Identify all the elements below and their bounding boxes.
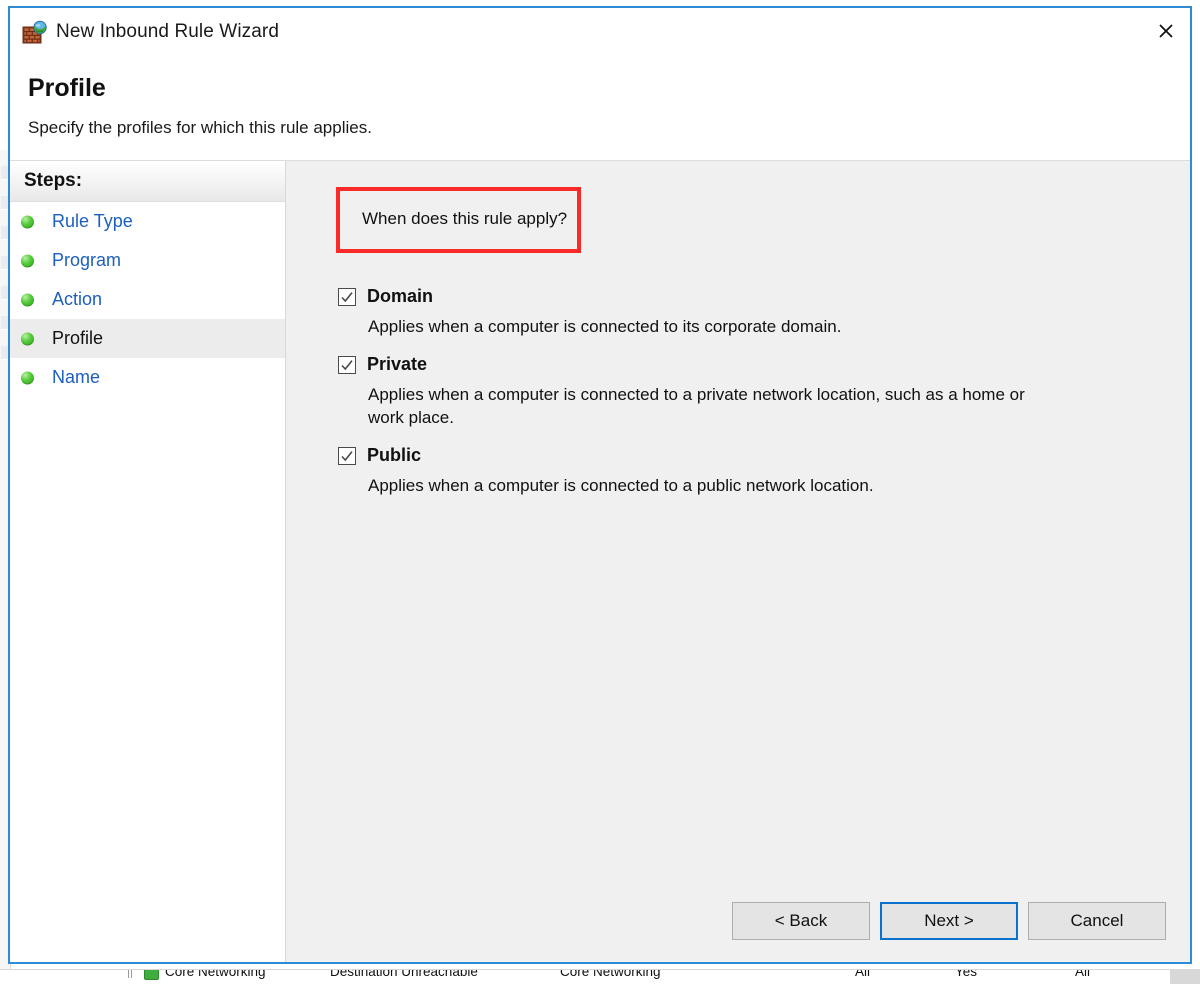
page-title: Profile bbox=[28, 74, 106, 102]
firewall-globe-icon bbox=[22, 20, 48, 46]
steps-sidebar: Steps: Rule Type Program Action Profile … bbox=[10, 161, 286, 962]
bg-cell-group: Core Networking bbox=[560, 969, 661, 979]
sidebar-item-profile[interactable]: Profile bbox=[10, 319, 285, 358]
step-bullet-icon bbox=[21, 293, 34, 306]
public-checkbox[interactable] bbox=[338, 446, 356, 465]
bg-cell-enabled: Yes bbox=[955, 969, 978, 979]
sidebar-item-program[interactable]: Program bbox=[10, 241, 285, 280]
bg-cell-rule: Destination Unreachable bbox=[330, 969, 478, 979]
page-subtitle: Specify the profiles for which this rule… bbox=[28, 118, 372, 137]
private-checkbox-row[interactable]: Private bbox=[338, 354, 1150, 375]
public-checkbox-row[interactable]: Public bbox=[338, 445, 1150, 466]
private-description: Applies when a computer is connected to … bbox=[368, 385, 1025, 427]
step-bullet-icon bbox=[21, 371, 34, 384]
sidebar-item-label: Program bbox=[52, 250, 122, 270]
bg-cell-profile: All bbox=[855, 969, 871, 979]
profile-option-domain: Domain Applies when a computer is connec… bbox=[338, 286, 1150, 338]
steps-header-label: Steps: bbox=[24, 170, 83, 191]
profile-option-public: Public Applies when a computer is connec… bbox=[338, 445, 1150, 497]
window-title: New Inbound Rule Wizard bbox=[56, 21, 280, 42]
dialog-body: Steps: Rule Type Program Action Profile … bbox=[10, 161, 1190, 962]
sidebar-item-rule-type[interactable]: Rule Type bbox=[10, 202, 285, 241]
sidebar-item-label: Profile bbox=[52, 328, 104, 348]
bg-cell-action: All bbox=[1075, 969, 1091, 979]
cancel-button[interactable]: Cancel bbox=[1028, 902, 1166, 940]
next-button[interactable]: Next > bbox=[880, 902, 1018, 940]
title-bar: New Inbound Rule Wizard bbox=[10, 8, 1190, 60]
question-annotation-box: When does this rule apply? bbox=[336, 187, 581, 253]
heading-block: Profile Specify the profiles for which t… bbox=[10, 60, 1190, 161]
close-icon[interactable] bbox=[1142, 8, 1190, 54]
steps-header: Steps: bbox=[10, 161, 285, 202]
profile-options-group: Domain Applies when a computer is connec… bbox=[338, 286, 1150, 514]
public-label: Public bbox=[367, 445, 422, 466]
private-checkbox[interactable] bbox=[338, 355, 356, 374]
back-button[interactable]: < Back bbox=[732, 902, 870, 940]
background-table-row: Core Networking Destination Unreachable … bbox=[0, 969, 1200, 984]
sidebar-item-label: Name bbox=[52, 367, 101, 387]
domain-description: Applies when a computer is connected to … bbox=[368, 317, 842, 336]
sidebar-item-label: Rule Type bbox=[52, 211, 133, 231]
public-description: Applies when a computer is connected to … bbox=[368, 476, 874, 496]
background-scrollbar-corner[interactable] bbox=[1170, 969, 1200, 984]
sidebar-item-label: Action bbox=[52, 289, 103, 309]
domain-checkbox-row[interactable]: Domain bbox=[338, 286, 1150, 307]
private-label: Private bbox=[367, 354, 428, 375]
bg-cell-name: Core Networking bbox=[165, 969, 266, 979]
step-bullet-icon bbox=[21, 254, 34, 267]
domain-checkbox[interactable] bbox=[338, 287, 356, 306]
profile-option-private: Private Applies when a computer is conne… bbox=[338, 354, 1150, 429]
question-label: When does this rule apply? bbox=[362, 209, 568, 228]
new-inbound-rule-wizard-dialog: New Inbound Rule Wizard Profile Specify … bbox=[8, 6, 1192, 964]
sidebar-item-name[interactable]: Name bbox=[10, 358, 285, 397]
allow-rule-icon bbox=[144, 970, 159, 980]
step-bullet-icon bbox=[21, 215, 34, 228]
step-bullet-icon bbox=[21, 332, 34, 345]
footer-button-bar: < Back Next > Cancel bbox=[732, 902, 1166, 940]
content-pane: When does this rule apply? Domain Applie… bbox=[286, 161, 1190, 962]
sidebar-item-action[interactable]: Action bbox=[10, 280, 285, 319]
domain-label: Domain bbox=[367, 286, 434, 306]
